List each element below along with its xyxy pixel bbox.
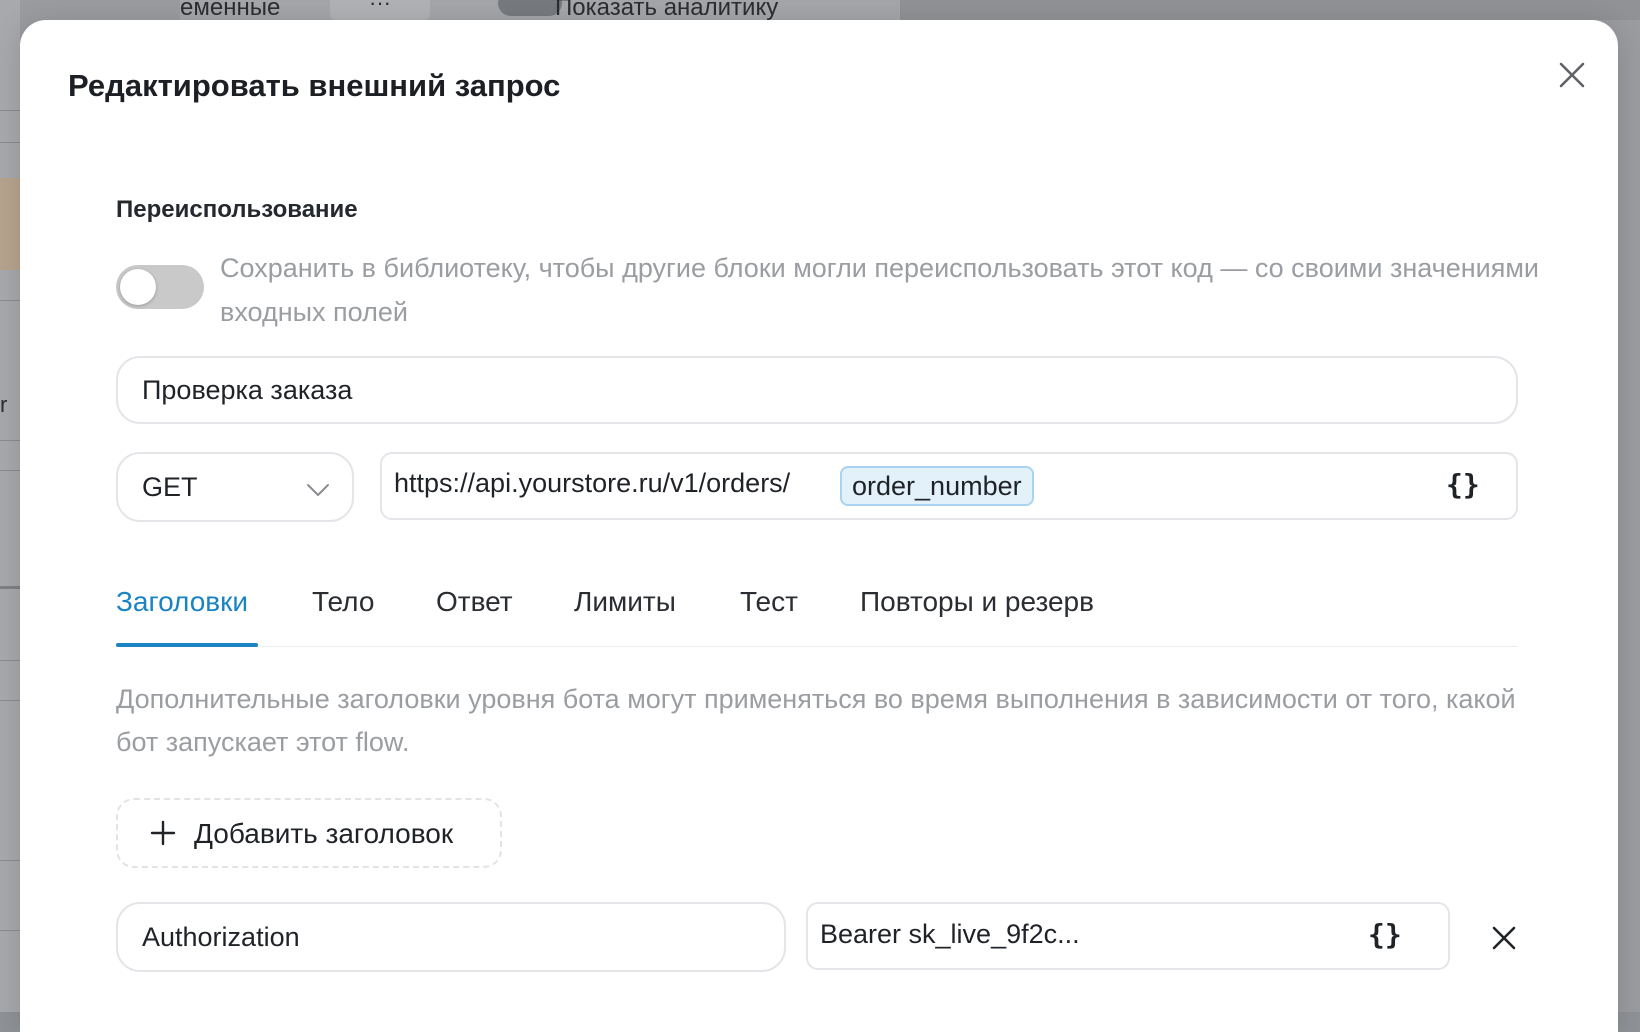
tab-test[interactable]: Тест — [740, 586, 798, 618]
method-select[interactable]: GET — [116, 452, 354, 522]
background-analytics-label: Показать аналитику — [555, 0, 779, 21]
plus-icon — [150, 820, 176, 846]
url-text: https://api.yourstore.ru/v1/orders/ — [394, 468, 791, 498]
background-toggle — [498, 0, 562, 16]
background-side-char: r — [0, 392, 8, 417]
close-button[interactable] — [1547, 50, 1597, 100]
reuse-section-label: Переиспользование — [116, 196, 358, 223]
toggle-knob — [120, 269, 156, 305]
close-icon — [1559, 62, 1585, 88]
header-key-input[interactable]: Authorization — [116, 902, 786, 972]
headers-help-text: Дополнительные заголовки уровня бота мог… — [116, 684, 1516, 757]
background-more-button: ··· — [330, 0, 430, 20]
reuse-toggle[interactable] — [116, 265, 204, 309]
background-canvas — [900, 0, 1640, 20]
url-input[interactable]: https://api.yourstore.ru/v1/orders/ orde… — [380, 452, 1518, 520]
request-tabs: Заголовки Тело Ответ Лимиты Тест Повторы… — [116, 580, 1518, 647]
header-value-input[interactable]: Bearer sk_live_9f2c... {} — [806, 902, 1450, 970]
add-header-label: Добавить заголовок — [194, 818, 454, 849]
tab-headers[interactable]: Заголовки — [116, 586, 248, 618]
header-variable-insert-button[interactable]: {} — [1368, 918, 1402, 951]
add-header-button[interactable]: Добавить заголовок — [116, 798, 502, 868]
close-icon — [1492, 926, 1516, 950]
tab-limits[interactable]: Лимиты — [574, 586, 676, 618]
request-name-input[interactable]: Проверка заказа — [116, 356, 1518, 424]
background-card — [0, 178, 20, 270]
tab-response[interactable]: Ответ — [436, 586, 513, 618]
background-sidebar: r — [0, 0, 20, 1012]
remove-header-button[interactable] — [1484, 918, 1524, 958]
background-variables-label: еменные — [180, 0, 281, 21]
reuse-description: Сохранить в библиотеку, чтобы другие бло… — [220, 253, 1539, 327]
url-variable-insert-button[interactable]: {} — [1446, 468, 1480, 501]
modal-title: Редактировать внешний запрос — [68, 68, 561, 103]
method-value: GET — [142, 472, 198, 502]
header-value-text: Bearer sk_live_9f2c... — [820, 919, 1080, 949]
chevron-down-icon — [307, 484, 329, 496]
active-tab-indicator — [116, 643, 258, 647]
tab-body[interactable]: Тело — [312, 586, 374, 618]
edit-request-modal: Редактировать внешний запрос Переиспольз… — [20, 20, 1618, 1032]
url-variable-chip[interactable]: order_number — [840, 466, 1034, 506]
tab-retries[interactable]: Повторы и резерв — [860, 586, 1094, 618]
